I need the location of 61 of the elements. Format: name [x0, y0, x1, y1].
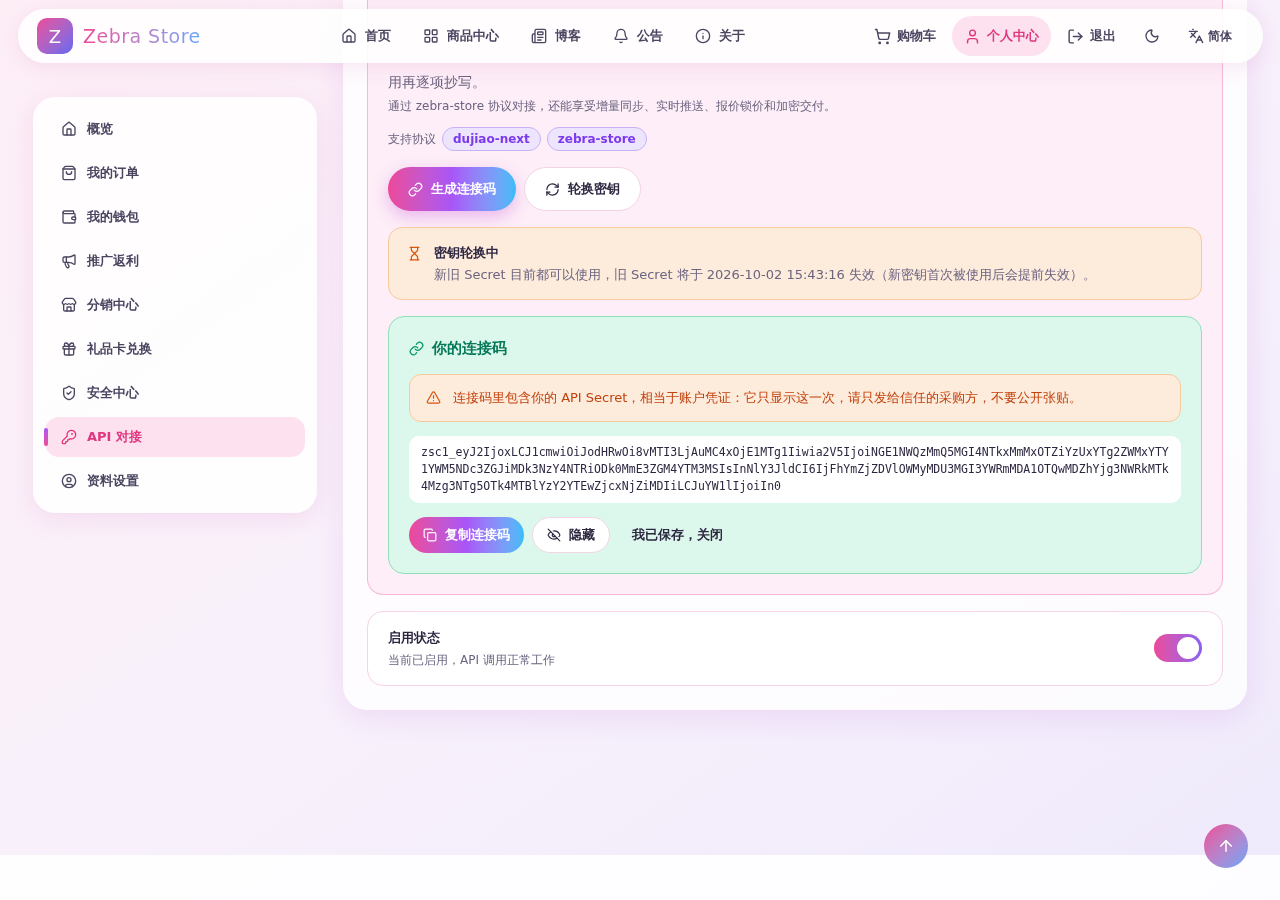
translate-icon	[1188, 28, 1204, 44]
store-icon	[61, 297, 77, 313]
rotate-button[interactable]: 轮换密钥	[524, 167, 641, 211]
sidebar-item[interactable]: 礼品卡兑换	[45, 329, 305, 369]
moon-icon	[1144, 28, 1160, 44]
newspaper-icon	[531, 28, 547, 44]
code-panel-title: 你的连接码	[432, 338, 507, 359]
bag-icon	[61, 165, 77, 181]
user-circle-icon	[61, 473, 77, 489]
language-button[interactable]: 简体	[1176, 16, 1244, 56]
status-text: 当前已启用，API 调用正常工作	[388, 651, 555, 669]
sidebar-item[interactable]: 我的订单	[45, 153, 305, 193]
refresh-icon	[545, 181, 560, 197]
hourglass-icon	[407, 246, 422, 261]
connection-code: zsc1_eyJ2IjoxLCJ1cmwiOiJodHRwOi8vMTI3LjAuMC4xOjE1MTg1Iiwia2V5IjoiNGE1NWQzMmQ5MGI4NTkxMmMxOTZiYzUxYTg2ZWMxYTY1YWM5NDc3ZGJiMDk3NzY4NTRiODk0MmE3ZGM4YTM3MSIsInNlY3JldCI6IjFhYmZjZDVlOWMyMDU3MGI3YWRmMDA1OTQwMDZhYjg3NWRkMTk4Mzg3NTg5OTk4MTBlYzY2YTEwZjcxNjZiMDIiLCJuYW1lIjoiIn0	[409, 435, 1181, 503]
nav-link[interactable]: 博客	[517, 17, 595, 55]
bell-icon	[613, 28, 629, 44]
grid-icon	[423, 28, 439, 44]
status-title: 启用状态	[388, 629, 441, 647]
link-icon	[408, 181, 423, 197]
rotation-title: 密钥轮换中	[434, 244, 500, 262]
cart-icon	[874, 27, 891, 45]
warning-icon	[426, 390, 441, 405]
rotation-text: 新旧 Secret 目前都可以使用，旧 Secret 将于 2026-10-02 15:43:16 失效（新密钥首次被使用后会提前失效）。	[434, 265, 1096, 284]
sidebar-item[interactable]: 分销中心	[45, 285, 305, 325]
sidebar-item[interactable]: 安全中心	[45, 373, 305, 413]
info-icon	[695, 28, 711, 44]
intro-text: 用再逐项抄写。	[388, 73, 487, 92]
eye-off-icon	[547, 527, 561, 542]
protocols-label: 支持协议	[388, 131, 436, 148]
protocol-tag: dujiao-next	[442, 127, 541, 151]
generate-button[interactable]: 生成连接码	[388, 167, 516, 211]
user-icon	[964, 27, 981, 45]
megaphone-icon	[61, 253, 77, 269]
nav-action[interactable]: 购物车	[862, 16, 948, 56]
hide-button[interactable]: 隐藏	[532, 516, 610, 553]
nav-link[interactable]: 首页	[327, 17, 405, 55]
protocol-tag: zebra-store	[546, 127, 647, 151]
protocol-note: 通过 zebra-store 协议对接，还能享受增量同步、实时推送、报价锁价和加密交付。	[388, 98, 837, 115]
copy-icon	[423, 527, 437, 542]
sidebar-item[interactable]: 推广返利	[45, 241, 305, 281]
nav-action[interactable]: 退出	[1055, 16, 1128, 56]
close-button[interactable]: 我已保存，关闭	[618, 516, 737, 553]
sidebar-item[interactable]: 我的钱包	[45, 197, 305, 237]
shield-icon	[61, 385, 77, 401]
nav-link[interactable]: 公告	[599, 17, 677, 55]
home-icon	[341, 28, 357, 44]
nav-link[interactable]: 商品中心	[409, 17, 513, 55]
logo-mark: Z	[37, 18, 73, 54]
status-toggle[interactable]	[1154, 634, 1202, 663]
sidebar-item[interactable]: 概览	[45, 109, 305, 149]
home-icon	[61, 121, 77, 137]
key-icon	[61, 429, 77, 445]
gift-icon	[61, 341, 77, 357]
wallet-icon	[61, 209, 77, 225]
sidebar-item[interactable]: 资料设置	[45, 461, 305, 501]
logout-icon	[1067, 27, 1084, 45]
back-to-top-button[interactable]	[1204, 824, 1248, 868]
warning-text: 连接码里包含你的 API Secret，相当于账户凭证：它只显示这一次，请只发给信任的采购方，不要公开张贴。	[453, 388, 1083, 407]
nav-link[interactable]: 关于	[681, 17, 759, 55]
link-icon	[409, 340, 424, 356]
